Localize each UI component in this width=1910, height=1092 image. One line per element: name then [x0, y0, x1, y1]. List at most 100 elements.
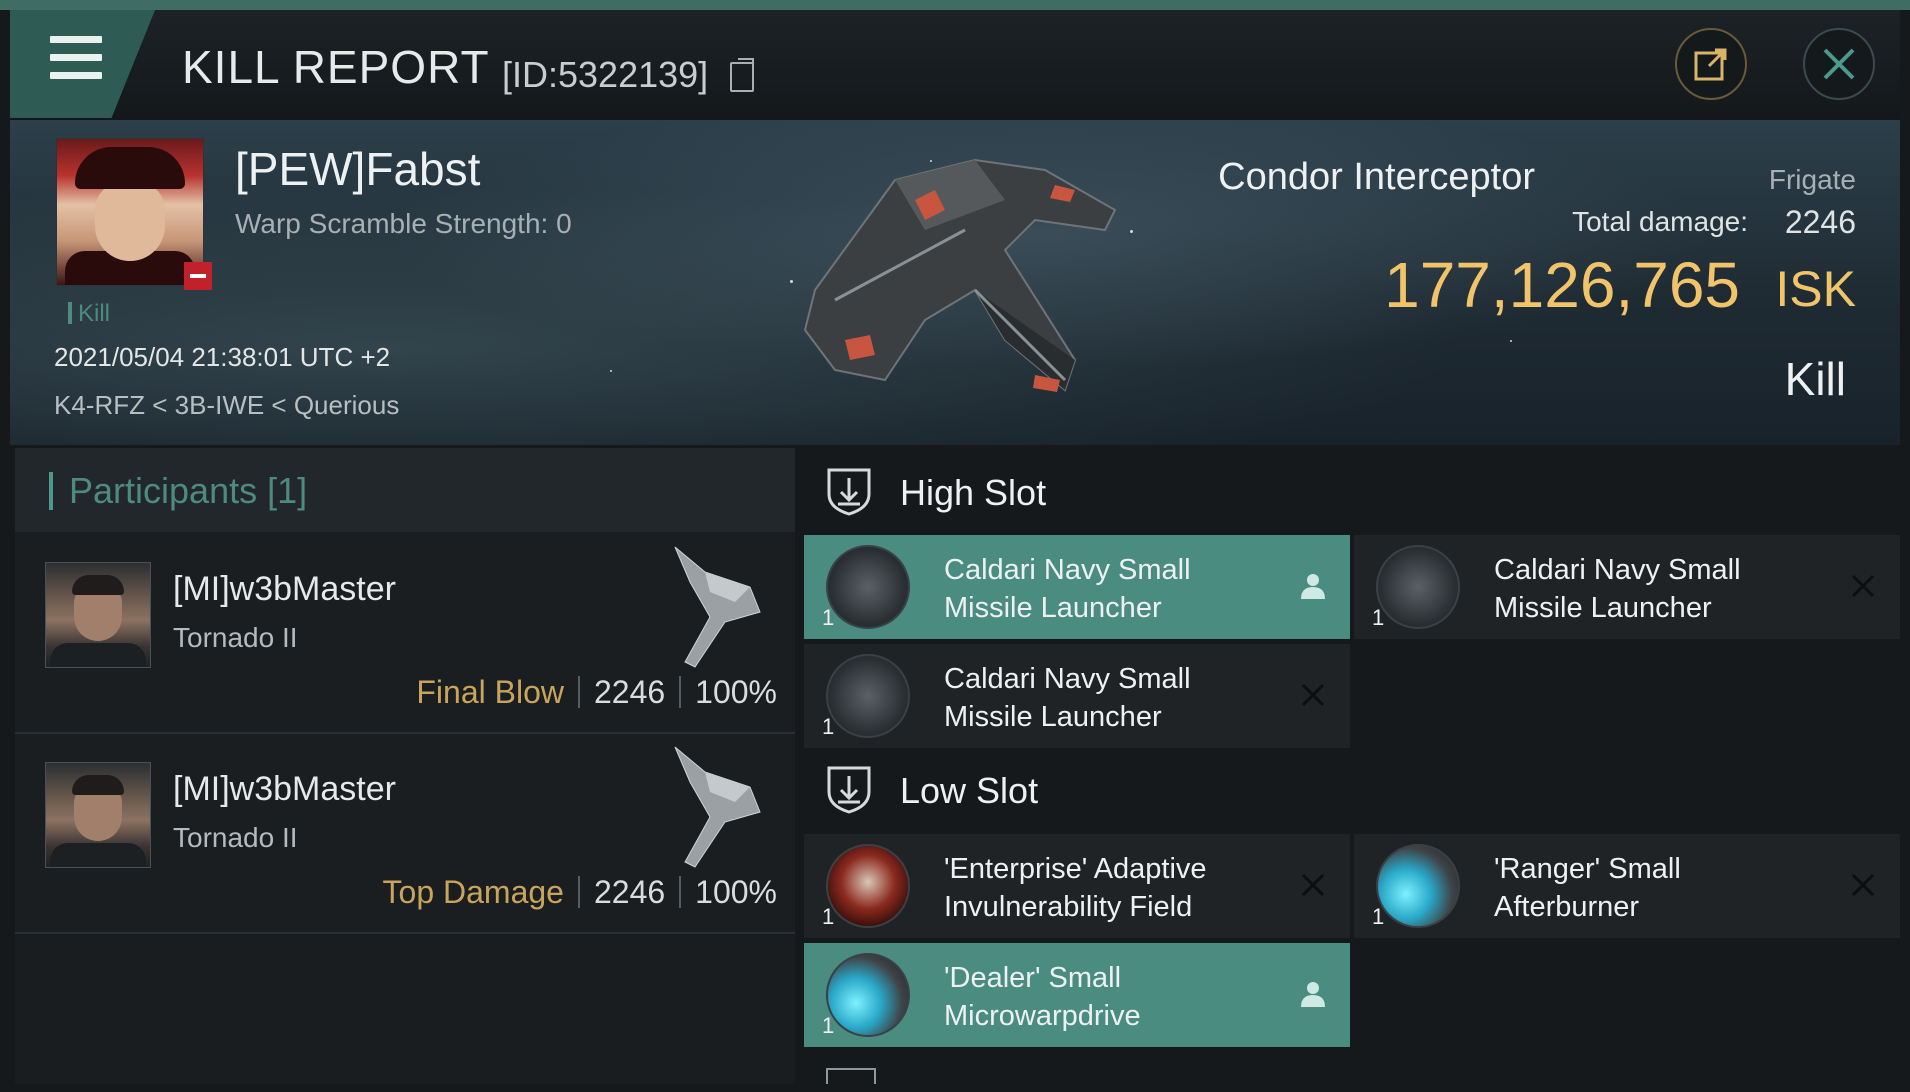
- participant-avatar[interactable]: [45, 762, 151, 868]
- cross-icon: [1301, 873, 1325, 897]
- participants-title: Participants [1]: [69, 470, 308, 511]
- microwarpdrive-icon: [826, 953, 910, 1037]
- report-id: [ID:5322139]: [502, 54, 709, 95]
- module-name: Caldari Navy Small Missile Launcher: [1494, 551, 1741, 627]
- divider: [679, 876, 682, 908]
- module-name: Caldari Navy Small Missile Launcher: [944, 660, 1191, 736]
- victim-banner: [PEW]Fabst Warp Scramble Strength: 0 Kil…: [10, 120, 1900, 445]
- cross-icon: [1851, 574, 1875, 598]
- menu-button[interactable]: [10, 10, 155, 118]
- participant-damage: 2246: [593, 874, 666, 910]
- participant-ship: Tornado II: [173, 622, 298, 653]
- participant-percent: 100%: [695, 674, 777, 710]
- module-quantity: 1: [1372, 904, 1385, 929]
- page-title: KILL REPORT: [182, 41, 490, 93]
- standing-badge: [184, 262, 212, 290]
- module-name-line1: Caldari Navy Small: [1494, 554, 1741, 586]
- module-item[interactable]: 1 'Dealer' Small Microwarpdrive: [804, 943, 1350, 1047]
- close-icon: [1823, 48, 1855, 80]
- module-item[interactable]: 1 'Ranger' Small Afterburner: [1354, 834, 1900, 938]
- participant-name: [MI]w3bMaster: [173, 570, 396, 608]
- participant-avatar[interactable]: [45, 562, 151, 668]
- header-bar: KILL REPORT [ID:5322139]: [10, 10, 1900, 121]
- victim-avatar[interactable]: [56, 138, 204, 286]
- total-damage-label: Total damage:: [1572, 206, 1748, 237]
- participant-percent: 100%: [695, 874, 777, 910]
- isk-value: 177,126,765: [1384, 249, 1740, 321]
- module-name-line2: Microwarpdrive: [944, 1000, 1141, 1032]
- module-item[interactable]: 1 Caldari Navy Small Missile Launcher: [804, 644, 1350, 748]
- divider: [679, 676, 682, 708]
- participant-role: Final Blow: [416, 674, 564, 710]
- shield-module-icon: [826, 844, 910, 928]
- module-name-line2: Missile Launcher: [944, 701, 1162, 733]
- participants-panel: Participants [1] [MI]w3bMaster Tornado I…: [15, 448, 795, 1084]
- participant-row[interactable]: [MI]w3bMaster Tornado II Top Damage 2246 1…: [15, 734, 795, 934]
- module-item[interactable]: 1 Caldari Navy Small Missile Launcher: [804, 535, 1350, 639]
- isk-unit: ISK: [1775, 261, 1856, 317]
- participant-ship: Tornado II: [173, 822, 298, 853]
- high-slot-title: High Slot: [900, 472, 1047, 513]
- divider: [577, 876, 580, 908]
- participant-stats: Top Damage 2246 100%: [383, 874, 777, 911]
- launcher-icon: [1376, 545, 1460, 629]
- top-accent-line: [0, 0, 1910, 10]
- module-name: Caldari Navy Small Missile Launcher: [944, 551, 1191, 627]
- module-name-line2: Afterburner: [1494, 891, 1640, 923]
- copy-icon[interactable]: [730, 58, 754, 92]
- result-label: Kill: [1784, 353, 1846, 405]
- close-button[interactable]: [1803, 28, 1875, 100]
- kill-tag: Kill: [68, 300, 110, 328]
- cross-icon: [1851, 873, 1875, 897]
- menu-icon: [50, 36, 102, 43]
- kill-report-window: KILL REPORT [ID:5322139] [PEW]Fabst Warp…: [0, 0, 1910, 1092]
- participant-role: Top Damage: [382, 874, 564, 910]
- menu-icon-bar: [50, 54, 102, 61]
- afterburner-icon: [1376, 844, 1460, 928]
- module-name: 'Dealer' Small Microwarpdrive: [944, 959, 1141, 1035]
- participant-name: [MI]w3bMaster: [173, 770, 396, 808]
- participant-ship-image: [674, 546, 761, 668]
- low-slot-title: Low Slot: [900, 770, 1039, 811]
- total-damage-value: 2246: [1784, 204, 1856, 240]
- launcher-icon: [826, 654, 910, 738]
- cross-icon: [1301, 683, 1325, 707]
- warp-scramble-strength: Warp Scramble Strength: 0: [235, 208, 572, 239]
- next-slot-icon: [826, 1068, 876, 1084]
- victim-name[interactable]: [PEW]Fabst: [235, 142, 480, 196]
- share-button[interactable]: [1675, 28, 1747, 100]
- person-icon: [1301, 574, 1325, 599]
- module-name: 'Enterprise' Adaptive Invulnerability Fie…: [944, 850, 1207, 926]
- participant-row[interactable]: [MI]w3bMaster Tornado II Final Blow 2246 1…: [15, 534, 795, 734]
- participants-header[interactable]: Participants [1]: [15, 448, 795, 532]
- low-slot-icon: [827, 766, 871, 814]
- participants-accent: [49, 472, 53, 510]
- module-name-line1: 'Ranger' Small: [1494, 853, 1681, 885]
- participant-ship-image: [674, 746, 761, 868]
- menu-icon-bar: [50, 72, 102, 79]
- person-icon: [1301, 982, 1325, 1007]
- launcher-icon: [826, 545, 910, 629]
- participant-stats: Final Blow 2246 100%: [416, 674, 777, 711]
- module-item[interactable]: 1 Caldari Navy Small Missile Launcher: [1354, 535, 1900, 639]
- ship-render-image: [803, 158, 1117, 392]
- module-quantity: 1: [822, 714, 835, 739]
- module-name-line2: Missile Launcher: [944, 592, 1162, 624]
- module-name-line1: 'Dealer' Small: [944, 962, 1122, 994]
- fitting-panel: High Slot 1 Caldari Navy Small Missile La…: [800, 448, 1900, 1084]
- module-quantity: 1: [822, 1013, 835, 1038]
- kill-location[interactable]: K4-RFZ < 3B-IWE < Querious: [54, 390, 399, 421]
- module-name: 'Ranger' Small Afterburner: [1494, 850, 1681, 926]
- module-quantity: 1: [822, 605, 835, 630]
- module-name-line1: 'Enterprise' Adaptive: [944, 853, 1207, 885]
- module-name-line1: Caldari Navy Small: [944, 554, 1191, 586]
- module-quantity: 1: [822, 904, 835, 929]
- module-name-line1: Caldari Navy Small: [944, 663, 1191, 695]
- module-name-line2: Missile Launcher: [1494, 592, 1712, 624]
- ship-class: Frigate: [1768, 164, 1856, 195]
- participant-damage: 2246: [593, 674, 666, 710]
- low-slot-header: Low Slot: [800, 746, 1900, 830]
- module-item[interactable]: 1 'Enterprise' Adaptive Invulnerability F…: [804, 834, 1350, 938]
- ship-name[interactable]: Condor Interceptor: [1218, 156, 1535, 199]
- high-slot-header: High Slot: [800, 448, 1900, 532]
